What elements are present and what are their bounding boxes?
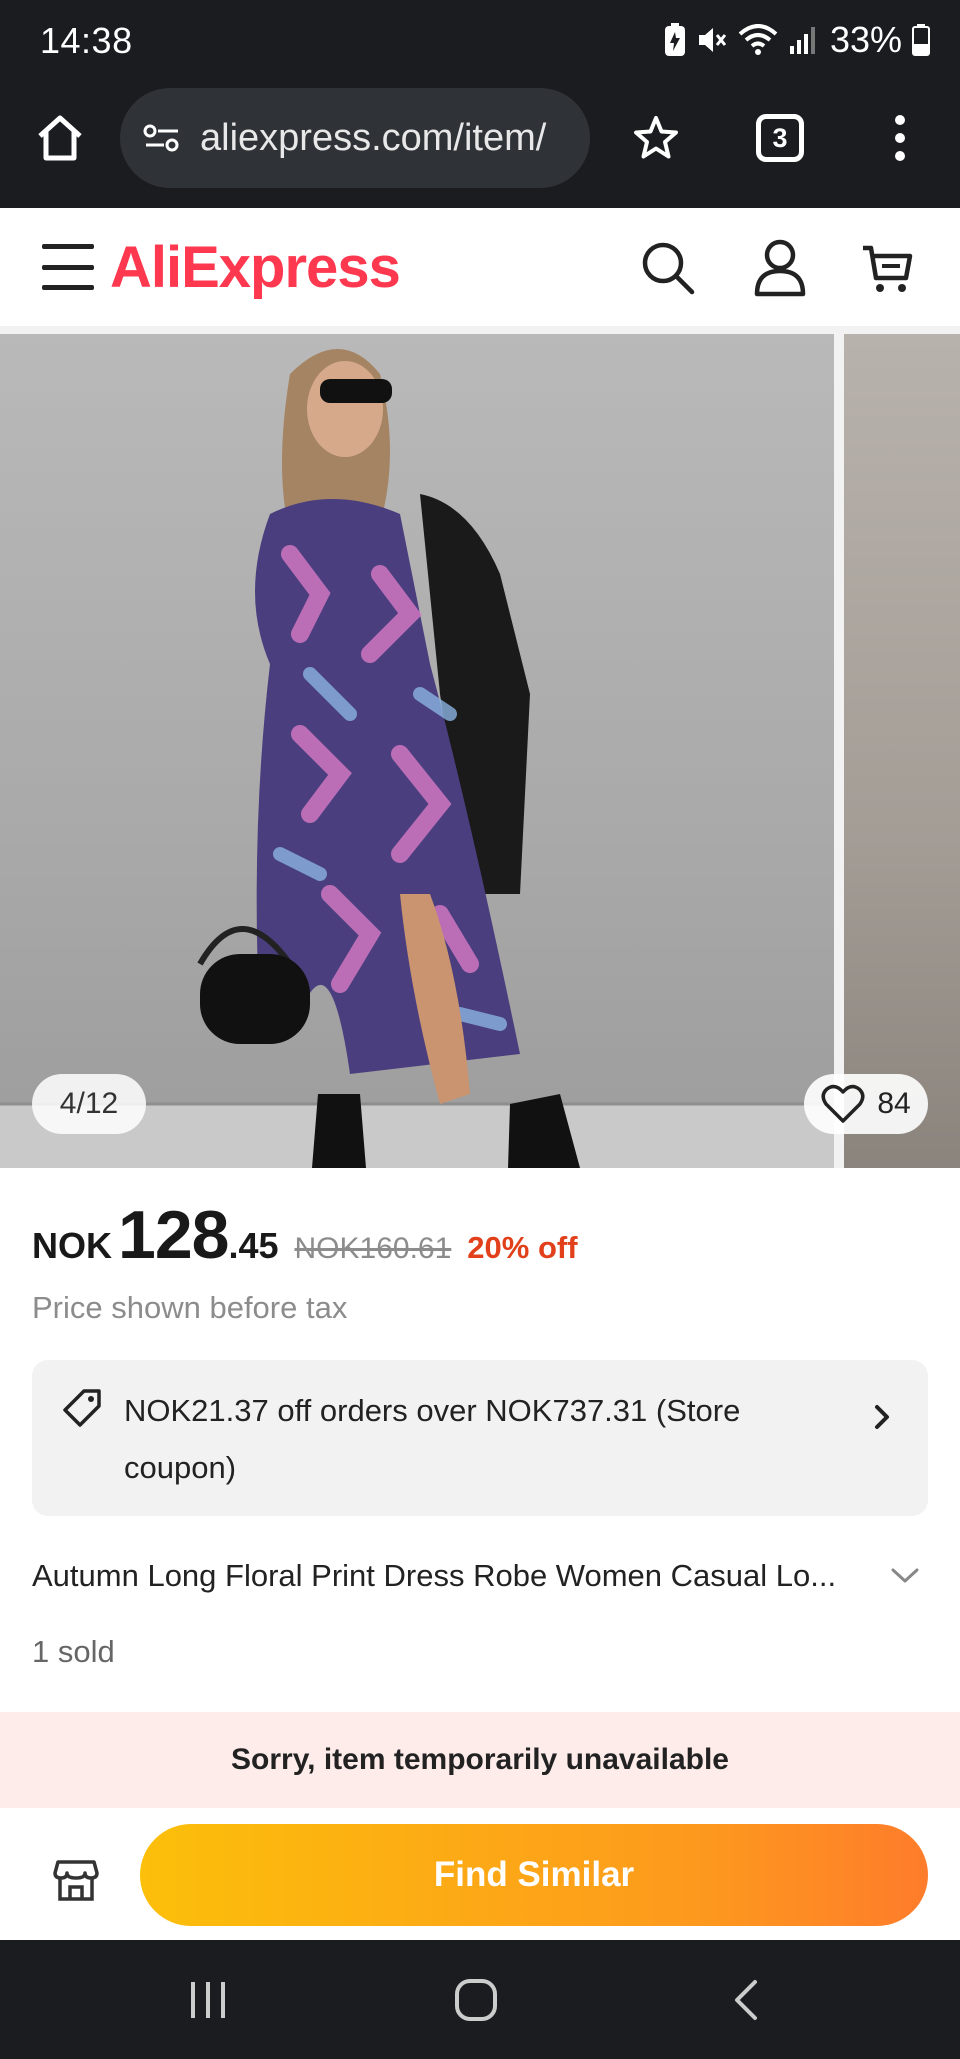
wishlist-button[interactable]: 84 bbox=[804, 1074, 928, 1134]
battery-percent: 33% bbox=[829, 19, 902, 60]
site-settings-icon[interactable] bbox=[142, 122, 182, 154]
wishlist-count: 84 bbox=[877, 1087, 911, 1120]
back-button[interactable] bbox=[716, 1970, 776, 2030]
original-price: NOK160.61 bbox=[294, 1232, 452, 1265]
aliexpress-logo[interactable]: AliExpress bbox=[110, 234, 401, 301]
home-icon bbox=[38, 115, 82, 161]
tabs-icon[interactable]: 3 bbox=[756, 114, 804, 162]
bookmark-button[interactable] bbox=[624, 106, 688, 170]
search-icon bbox=[642, 242, 695, 295]
chevron-right-icon bbox=[875, 1405, 889, 1429]
recents-icon bbox=[191, 1982, 225, 2018]
bookmark-star-icon bbox=[634, 116, 678, 159]
signal-icon bbox=[789, 27, 815, 54]
cart-button[interactable] bbox=[858, 238, 918, 298]
status-time: 14:38 bbox=[40, 20, 133, 61]
status-icons: 33% bbox=[664, 18, 930, 62]
store-icon bbox=[53, 1860, 99, 1901]
search-button[interactable] bbox=[638, 238, 698, 298]
browser-home-button[interactable] bbox=[28, 106, 92, 170]
recents-button[interactable] bbox=[178, 1970, 238, 2030]
price-integer: 128 bbox=[118, 1197, 229, 1273]
battery-icon bbox=[912, 24, 930, 56]
product-gallery[interactable]: 4/12 84 bbox=[0, 326, 960, 1168]
url-text: aliexpress.com/item/ bbox=[200, 116, 547, 159]
home-nav-icon bbox=[455, 1979, 497, 2021]
logo-text: AliExpress bbox=[110, 235, 401, 300]
home-nav-button[interactable] bbox=[446, 1970, 506, 2030]
image-counter: 4/12 bbox=[32, 1074, 146, 1134]
status-bar: 14:38 33% bbox=[0, 0, 960, 84]
chevron-down-icon[interactable] bbox=[890, 1566, 920, 1586]
next-product-image[interactable] bbox=[844, 334, 960, 1168]
system-nav-bar bbox=[0, 1940, 960, 2059]
tax-note: Price shown before tax bbox=[32, 1290, 348, 1325]
store-button[interactable] bbox=[46, 1850, 106, 1910]
browser-menu-button[interactable] bbox=[876, 106, 924, 170]
unavailable-notice: Sorry, item temporarily unavailable bbox=[0, 1712, 960, 1808]
cart-icon bbox=[863, 245, 913, 292]
product-title[interactable]: Autumn Long Floral Print Dress Robe Wome… bbox=[32, 1558, 862, 1594]
find-similar-button[interactable]: Find Similar bbox=[140, 1824, 928, 1926]
sold-count: 1 sold bbox=[32, 1634, 115, 1669]
browser-toolbar: aliexpress.com/item/ 3 bbox=[0, 84, 960, 208]
wifi-icon bbox=[738, 24, 778, 55]
price-decimal: .45 bbox=[228, 1225, 279, 1266]
coupon-text: NOK21.37 off orders over NOK737.31 (Stor… bbox=[124, 1393, 741, 1485]
store-coupon-banner[interactable]: NOK21.37 off orders over NOK737.31 (Stor… bbox=[32, 1360, 928, 1516]
coupon-tag-icon bbox=[63, 1389, 101, 1427]
price-row: NOK 128 .45 NOK160.61 20% off bbox=[32, 1196, 578, 1273]
price-currency: NOK bbox=[32, 1225, 112, 1266]
account-icon bbox=[754, 239, 806, 297]
battery-saver-icon bbox=[664, 23, 685, 56]
address-bar[interactable]: aliexpress.com/item/ bbox=[120, 88, 590, 188]
discount-label: 20% off bbox=[467, 1230, 578, 1265]
site-header: AliExpress bbox=[0, 208, 960, 326]
account-button[interactable] bbox=[750, 238, 810, 298]
heart-icon bbox=[821, 1084, 865, 1123]
product-photo-illustration bbox=[0, 349, 834, 1168]
back-icon bbox=[735, 1980, 757, 2020]
more-vert-icon bbox=[895, 115, 905, 161]
menu-icon[interactable] bbox=[42, 244, 94, 290]
bottom-action-bar: Find Similar bbox=[0, 1808, 960, 1940]
product-image[interactable] bbox=[0, 334, 834, 1168]
mute-icon bbox=[698, 28, 727, 52]
